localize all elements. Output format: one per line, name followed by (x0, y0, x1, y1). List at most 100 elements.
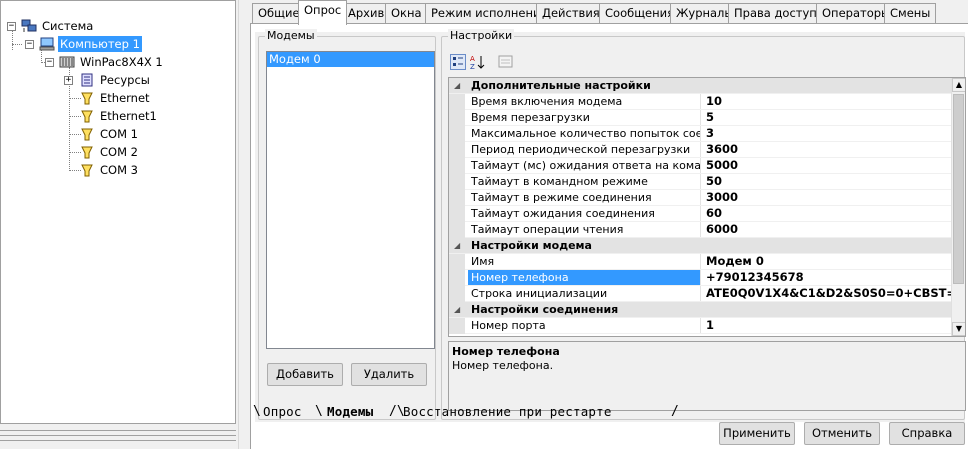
property-grid[interactable]: ◢ Дополнительные настройки Время включен… (448, 77, 966, 337)
property-value[interactable]: 60 (703, 206, 953, 221)
scroll-thumb[interactable] (953, 94, 964, 284)
bottom-tab-polling[interactable]: Опрос (263, 404, 302, 419)
category-label: Дополнительные настройки (471, 79, 651, 92)
tree-node-resources[interactable]: Ресурсы (79, 72, 152, 88)
tree-node-com3[interactable]: COM 3 (79, 162, 140, 178)
expand-toggle[interactable]: + (64, 76, 73, 85)
property-value[interactable]: 5 (703, 110, 953, 125)
tab-runtime-mode[interactable]: Режим исполнения (425, 3, 554, 23)
add-button[interactable]: Добавить (267, 363, 343, 386)
tree-node-system[interactable]: Система (21, 18, 95, 34)
category-connection-settings[interactable]: ◢ Настройки соединения (449, 302, 953, 318)
modems-page: Модемы Модем 0 Добавить Удалить Настройк… (255, 29, 966, 422)
property-name: Максимальное количество попыток соединен… (468, 126, 701, 141)
collapse-toggle[interactable]: − (45, 58, 54, 67)
property-name: Таймаут (мс) ожидания ответа на команду … (468, 158, 701, 173)
property-value[interactable]: Модем 0 (703, 254, 953, 269)
property-grid-toolbar: AZ (448, 51, 966, 73)
vertical-scrollbar[interactable]: ▲ ▼ (951, 78, 965, 336)
scroll-up-icon[interactable]: ▲ (952, 78, 965, 92)
sort-alphabetical-icon[interactable]: AZ (470, 54, 486, 71)
pane-splitter[interactable] (0, 424, 236, 449)
controller-icon (59, 55, 75, 69)
tab-windows[interactable]: Окна (385, 3, 428, 23)
property-pages-icon[interactable] (498, 54, 514, 70)
port-icon (79, 109, 95, 123)
property-value[interactable]: 1 (703, 318, 953, 333)
property-name: Время включения модема (468, 94, 701, 109)
collapse-toggle[interactable]: − (7, 22, 16, 31)
property-value[interactable]: 3600 (703, 142, 953, 157)
port-icon (79, 91, 95, 105)
tab-shifts[interactable]: Смены (884, 3, 937, 23)
property-name: Таймаут ожидания соединения (468, 206, 701, 221)
group-title: Настройки (448, 29, 515, 42)
property-row[interactable]: Таймаут в режиме соединения 3000 (449, 190, 953, 206)
property-row[interactable]: Время перезагрузки 5 (449, 110, 953, 126)
tab-actions[interactable]: Действия (536, 3, 606, 23)
tree-node-ethernet1[interactable]: Ethernet1 (79, 108, 159, 124)
property-value[interactable]: 5000 (703, 158, 953, 173)
vertical-splitter[interactable] (238, 0, 246, 449)
scroll-down-icon[interactable]: ▼ (952, 322, 965, 336)
description-title: Номер телефона (452, 345, 560, 358)
property-value[interactable]: 3 (703, 126, 953, 141)
tree-node-com2[interactable]: COM 2 (79, 144, 140, 160)
tree-node-ethernet[interactable]: Ethernet (79, 90, 152, 106)
property-row[interactable]: Период периодической перезагрузки 3600 (449, 142, 953, 158)
resources-icon (79, 73, 95, 87)
property-row-selected[interactable]: Номер телефона +79012345678 (449, 270, 953, 286)
property-row[interactable]: Таймаут (мс) ожидания ответа на команду … (449, 158, 953, 174)
property-row[interactable]: Строка инициализации ATE0Q0V1X4&C1&D2&S0… (449, 286, 953, 302)
property-value[interactable]: +79012345678 (703, 270, 953, 285)
collapse-triangle-icon[interactable]: ◢ (454, 238, 460, 253)
category-label: Настройки модема (471, 239, 592, 252)
tab-access-rights[interactable]: Права доступа (728, 3, 830, 23)
apply-button[interactable]: Применить (719, 422, 795, 445)
tree-label: COM 3 (100, 163, 138, 177)
property-name: Имя (468, 254, 701, 269)
property-value[interactable]: 10 (703, 94, 953, 109)
property-value[interactable]: 50 (703, 174, 953, 189)
bottom-tab-modems[interactable]: Модемы (327, 404, 373, 419)
tab-messages[interactable]: Сообщения (599, 3, 681, 23)
category-modem-settings[interactable]: ◢ Настройки модема (449, 238, 953, 254)
property-row[interactable]: Таймаут в командном режиме 50 (449, 174, 953, 190)
bottom-tab-restart-recovery[interactable]: Восстановление при рестарте (403, 404, 612, 419)
property-row[interactable]: Номер порта 1 (449, 318, 953, 334)
property-name: Строка инициализации (468, 286, 701, 301)
category-label: Настройки соединения (471, 303, 619, 316)
cancel-button[interactable]: Отменить (804, 422, 880, 445)
property-row[interactable]: Максимальное количество попыток соединен… (449, 126, 953, 142)
collapse-triangle-icon[interactable]: ◢ (454, 78, 460, 93)
collapse-toggle[interactable]: − (25, 40, 34, 49)
property-row[interactable]: Имя Модем 0 (449, 254, 953, 270)
tree-label: COM 2 (100, 145, 138, 159)
modem-list-item[interactable]: Модем 0 (267, 52, 434, 67)
categorized-view-icon[interactable] (450, 54, 466, 70)
tree-label: COM 1 (100, 127, 138, 141)
property-row[interactable]: Таймаут операции чтения 6000 (449, 222, 953, 238)
tree-label: Система (42, 19, 94, 33)
property-name: Номер телефона (468, 270, 701, 285)
tree-label: Ethernet (100, 91, 150, 105)
property-name: Таймаут в режиме соединения (468, 190, 701, 205)
delete-button[interactable]: Удалить (351, 363, 427, 386)
tab-polling[interactable]: Опрос (298, 0, 348, 25)
category-advanced-settings[interactable]: ◢ Дополнительные настройки (449, 78, 953, 94)
property-row[interactable]: Таймаут ожидания соединения 60 (449, 206, 953, 222)
system-tree[interactable]: − Система − Компьютер 1 − WinPac8X4X 1 +… (0, 0, 236, 424)
property-value[interactable]: 3000 (703, 190, 953, 205)
tree-node-device[interactable]: WinPac8X4X 1 (59, 54, 165, 70)
property-row[interactable]: Время включения модема 10 (449, 94, 953, 110)
help-button[interactable]: Справка (889, 422, 965, 445)
collapse-triangle-icon[interactable]: ◢ (454, 302, 460, 317)
property-value[interactable]: ATE0Q0V1X4&C1&D2&S0S0=0+CBST=71,0,1 (703, 286, 953, 301)
tree-node-computer[interactable]: Компьютер 1 (39, 36, 142, 52)
tab-archive[interactable]: Архив (342, 3, 391, 23)
property-value[interactable]: 6000 (703, 222, 953, 237)
modem-list[interactable]: Модем 0 (266, 51, 435, 349)
property-name: Время перезагрузки (468, 110, 701, 125)
port-icon (79, 163, 95, 177)
tree-node-com1[interactable]: COM 1 (79, 126, 140, 142)
